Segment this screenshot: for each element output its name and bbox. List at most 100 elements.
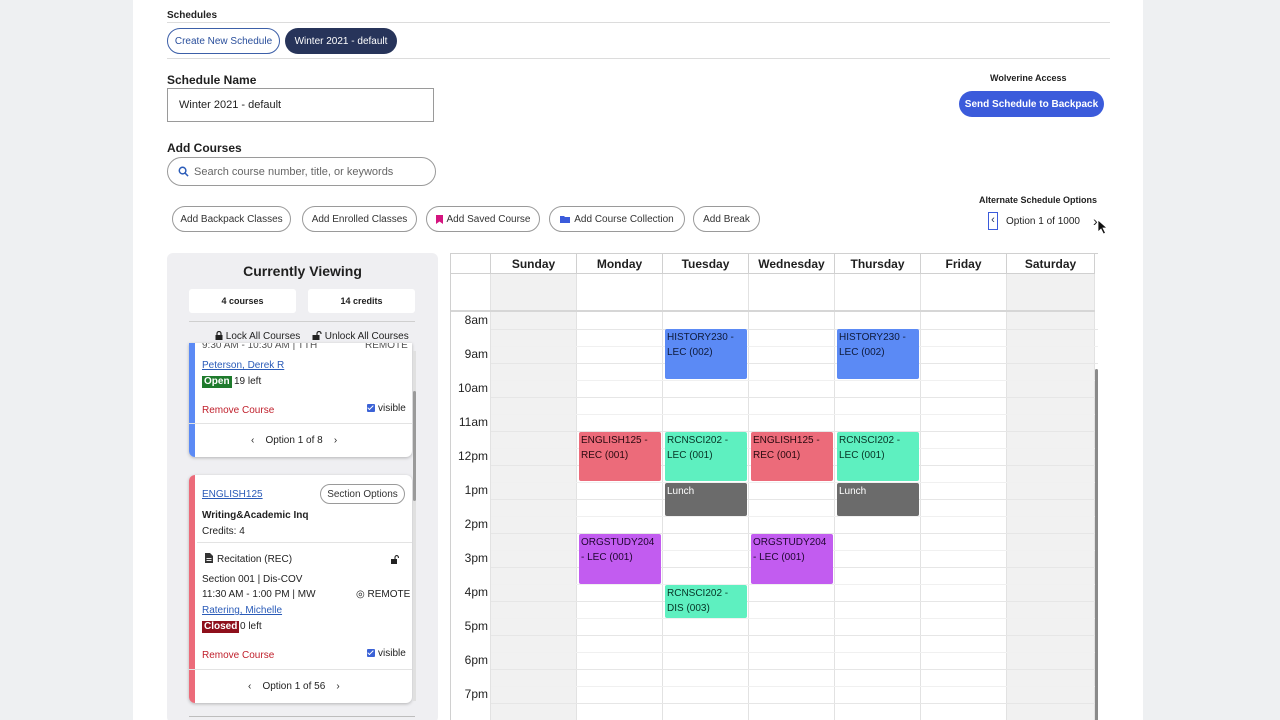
time-label: 2pm	[464, 517, 488, 531]
add-course-collection-button[interactable]: Add Course Collection	[549, 206, 685, 232]
event-rcnsci202-lec-thursday[interactable]: RCNSCI202 - LEC (001)	[837, 432, 919, 481]
event-lunch-thursday[interactable]: Lunch	[837, 483, 919, 516]
course-card-history230: 9:30 AM - 10:30 AM | TTH REMOTE Peterson…	[189, 343, 412, 457]
time-label: 10am	[457, 381, 488, 395]
lock-all-button[interactable]: Lock All Courses	[215, 330, 301, 342]
instructor-link[interactable]: Peterson, Derek R	[202, 360, 284, 371]
all-day-divider	[451, 310, 1095, 312]
half-hour-line	[491, 652, 1098, 653]
schedule-tab-winter-2021[interactable]: Winter 2021 - default	[285, 28, 397, 54]
checkbox-icon	[367, 649, 375, 657]
add-saved-course-label: Add Saved Course	[446, 213, 531, 225]
remote-label: REMOTE	[367, 589, 411, 600]
time-label: 7pm	[464, 687, 488, 701]
course-card-english125: ENGLISH125 Section Options Writing&Acade…	[189, 475, 412, 703]
day-header-sunday: Sunday	[491, 254, 577, 274]
calendar-scrollbar-thumb[interactable]	[1095, 369, 1098, 720]
section-option-text: Option 1 of 8	[265, 435, 323, 446]
divider	[197, 542, 412, 543]
course-credits: Credits: 4	[202, 526, 245, 537]
time-label: 9am	[464, 347, 488, 361]
chevron-left-icon[interactable]: ‹	[248, 681, 251, 692]
seats-left: 19 left	[234, 376, 262, 387]
half-hour-line	[491, 516, 1098, 517]
wolverine-access-label: Wolverine Access	[990, 73, 1067, 83]
visible-label: visible	[378, 403, 406, 414]
schedule-name-label: Schedule Name	[167, 73, 257, 87]
schedule-name-input[interactable]: Winter 2021 - default	[167, 88, 434, 122]
schedules-label: Schedules	[167, 10, 218, 21]
add-courses-label: Add Courses	[167, 141, 242, 155]
event-rcnsci202-lec-tuesday[interactable]: RCNSCI202 - LEC (001)	[665, 432, 747, 481]
lock-all-label: Lock All Courses	[225, 331, 301, 342]
remote-label: REMOTE	[365, 343, 408, 351]
section-time: 11:30 AM - 1:00 PM | MW	[202, 589, 316, 600]
section-option-text: Option 1 of 56	[262, 681, 326, 692]
status-badge: Closed	[202, 621, 240, 633]
currently-viewing-panel: Currently Viewing 4 courses 14 credits L…	[167, 253, 438, 720]
add-course-collection-label: Add Course Collection	[574, 213, 674, 225]
time-label: 8am	[464, 313, 488, 327]
prev-option-button[interactable]: ‹	[988, 212, 998, 230]
hour-line	[491, 601, 1098, 602]
event-orgstudy204-monday[interactable]: ORGSTUDY204 - LEC (001)	[579, 534, 661, 584]
credit-count: 14 credits	[308, 289, 415, 313]
event-history230-thursday[interactable]: HISTORY230 - LEC (002)	[837, 329, 919, 379]
add-enrolled-classes-button[interactable]: Add Enrolled Classes	[302, 206, 417, 232]
event-rcnsci202-dis-tuesday[interactable]: RCNSCI202 - DIS (003)	[665, 585, 747, 618]
chevron-left-icon[interactable]: ‹	[251, 435, 254, 446]
hour-line	[491, 635, 1098, 636]
event-orgstudy204-wednesday[interactable]: ORGSTUDY204 - LEC (001)	[751, 534, 833, 584]
divider	[167, 22, 1110, 23]
day-column-wednesday	[749, 274, 835, 720]
day-header-thursday: Thursday	[835, 254, 921, 274]
add-backpack-classes-button[interactable]: Add Backpack Classes	[172, 206, 291, 232]
divider	[167, 58, 1110, 59]
hour-line	[491, 703, 1098, 704]
course-code-link[interactable]: ENGLISH125	[202, 489, 263, 500]
event-english125-monday[interactable]: ENGLISH125 - REC (001)	[579, 432, 661, 481]
section-option-nav: ‹ Option 1 of 56 ›	[248, 681, 340, 692]
search-placeholder: Search course number, title, or keywords	[194, 165, 394, 178]
instructor-link[interactable]: Ratering, Michelle	[202, 605, 282, 616]
send-to-backpack-button[interactable]: Send Schedule to Backpack	[959, 91, 1104, 117]
event-history230-tuesday[interactable]: HISTORY230 - LEC (002)	[665, 329, 747, 379]
location-pin-icon: ◎	[356, 589, 365, 600]
create-new-schedule-button[interactable]: Create New Schedule	[167, 28, 280, 54]
half-hour-line	[491, 482, 1098, 483]
event-english125-wednesday[interactable]: ENGLISH125 - REC (001)	[751, 432, 833, 481]
remote-indicator: ◎ REMOTE	[356, 589, 410, 600]
remove-course-button[interactable]: Remove Course	[202, 650, 274, 661]
add-break-button[interactable]: Add Break	[693, 206, 760, 232]
mouse-cursor-icon	[1097, 219, 1108, 235]
section-type-label: Recitation (REC)	[217, 554, 293, 565]
time-label: 6pm	[464, 653, 488, 667]
day-header-tuesday: Tuesday	[663, 254, 749, 274]
visible-toggle[interactable]: visible	[367, 648, 406, 659]
alternate-option-text: Option 1 of 1000	[1006, 216, 1080, 227]
event-lunch-tuesday[interactable]: Lunch	[665, 483, 747, 516]
time-label: 4pm	[464, 585, 488, 599]
seats-left: 0 left	[240, 621, 262, 632]
add-saved-course-button[interactable]: Add Saved Course	[426, 206, 540, 232]
hour-line	[491, 397, 1098, 398]
weekly-calendar: Sunday Monday Tuesday Wednesday Thursday…	[450, 253, 1098, 720]
visible-toggle[interactable]: visible	[367, 403, 406, 414]
section-options-button[interactable]: Section Options	[320, 484, 405, 504]
course-title: Writing&Academic Inq	[202, 510, 309, 521]
section-option-nav: ‹ Option 1 of 8 ›	[251, 435, 337, 446]
panel-scrollbar-thumb[interactable]	[413, 391, 416, 501]
course-search-input[interactable]: Search course number, title, or keywords	[167, 157, 436, 186]
time-label: 12pm	[457, 449, 488, 463]
unlock-all-button[interactable]: Unlock All Courses	[312, 330, 409, 342]
chevron-right-icon[interactable]: ›	[334, 435, 337, 446]
half-hour-line	[491, 618, 1098, 619]
divider	[189, 716, 415, 717]
chevron-right-icon[interactable]: ›	[336, 681, 339, 692]
half-hour-line	[491, 686, 1098, 687]
status-badge: Open	[202, 376, 232, 388]
unlock-section-icon[interactable]	[391, 555, 400, 564]
time-label: 1pm	[464, 483, 488, 497]
remove-course-button[interactable]: Remove Course	[202, 405, 274, 416]
day-column-monday	[577, 274, 663, 720]
